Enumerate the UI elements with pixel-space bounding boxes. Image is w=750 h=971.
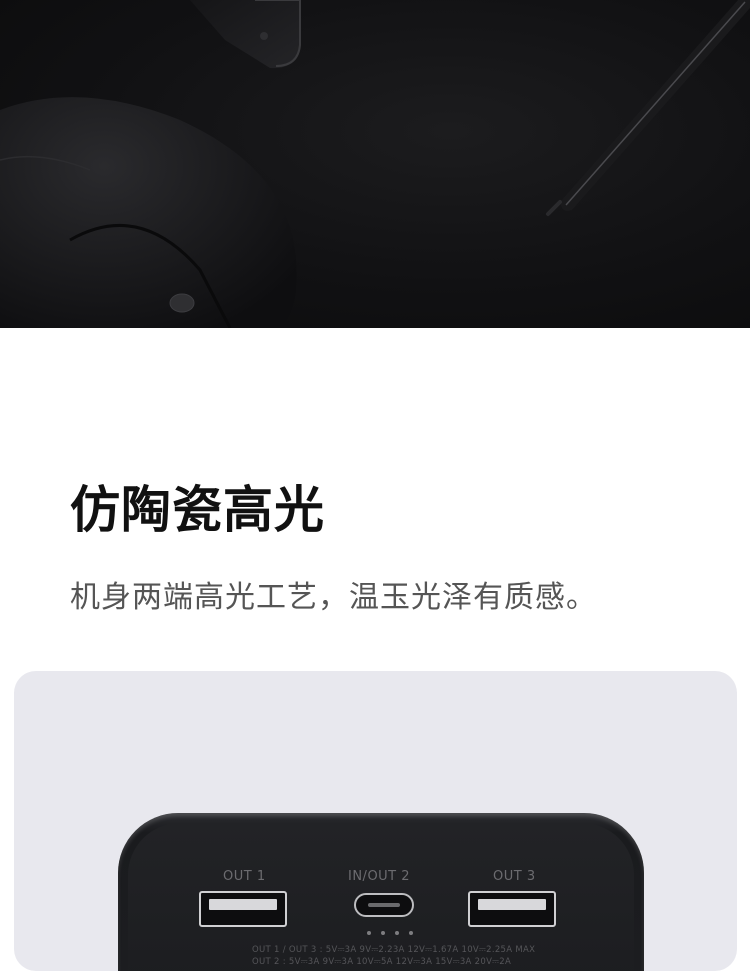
battery-led	[395, 931, 399, 935]
spec-text-line-2: OUT 2 : 5V⎓3A 9V⎓3A 10V⎓5A 12V⎓3A 15V⎓3A…	[252, 957, 512, 967]
port-label-out3: OUT 3	[493, 869, 536, 884]
hero-dark-photo	[0, 0, 750, 328]
battery-led	[367, 931, 371, 935]
battery-led	[409, 931, 413, 935]
charger-dot	[260, 32, 268, 40]
usb-a-port-3	[468, 891, 556, 927]
usb-c-port	[354, 893, 414, 917]
usb-a-port-1	[199, 891, 287, 927]
charger-block-shape	[190, 0, 300, 69]
port-label-inout2: IN/OUT 2	[348, 869, 411, 884]
section-title: 仿陶瓷高光	[70, 481, 325, 539]
hero-illustration	[0, 0, 750, 328]
spec-text-line-1: OUT 1 / OUT 3 : 5V⎓3A 9V⎓2.23A 12V⎓1.67A…	[252, 945, 536, 955]
power-bank: OUT 1 IN/OUT 2 OUT 3 OUT 1 / OUT 3 : 5V⎓…	[118, 813, 644, 971]
power-bank-face: OUT 1 IN/OUT 2 OUT 3 OUT 1 / OUT 3 : 5V⎓…	[128, 823, 634, 971]
section-description: 机身两端高光工艺，温玉光泽有质感。	[70, 580, 597, 615]
battery-led	[381, 931, 385, 935]
port-label-out1: OUT 1	[223, 869, 266, 884]
mouse-wheel	[169, 293, 195, 313]
product-image-panel: OUT 1 IN/OUT 2 OUT 3 OUT 1 / OUT 3 : 5V⎓…	[14, 671, 737, 971]
mouse-shape	[0, 97, 297, 328]
